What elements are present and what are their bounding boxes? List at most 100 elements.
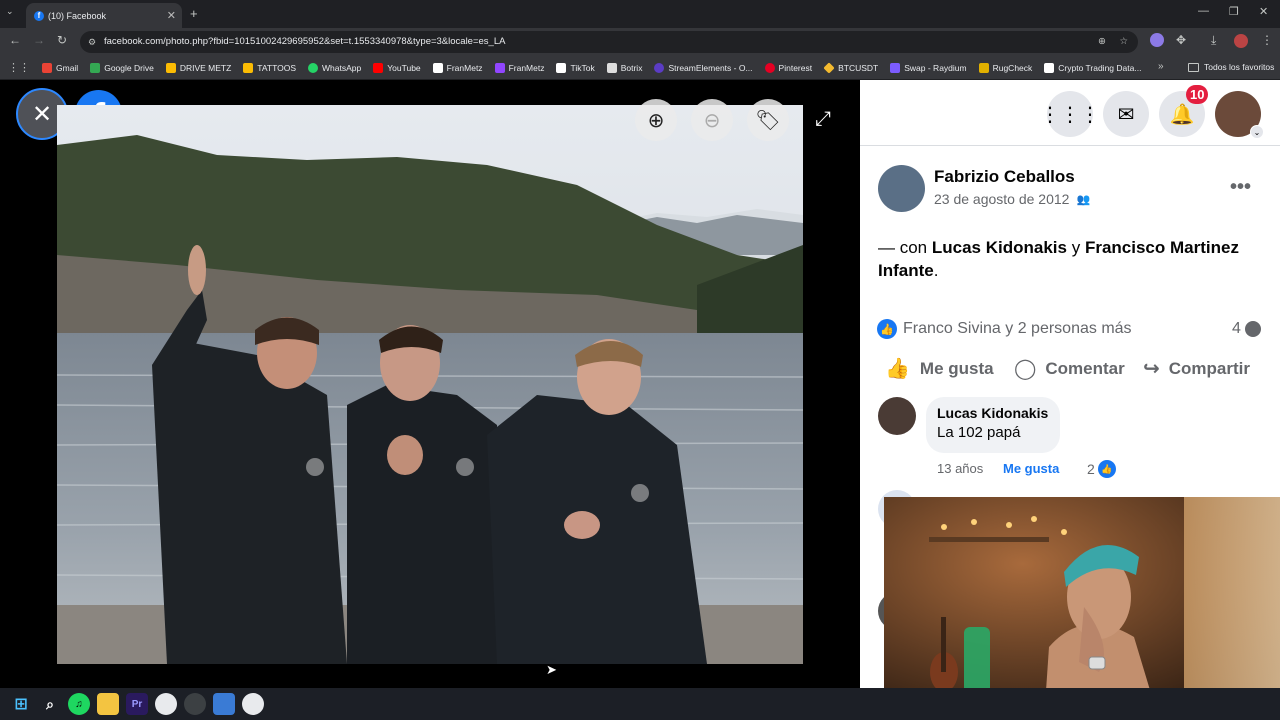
notification-badge: 10 [1186,85,1209,104]
file-explorer-icon[interactable] [97,693,119,715]
download-icon[interactable]: ⤓ [1211,33,1216,48]
drive-icon [243,62,254,73]
more-bookmarks-icon[interactable]: » [1158,61,1164,72]
zoom-out-button[interactable]: ⊖ [691,99,733,141]
post-author[interactable]: Fabrizio Ceballos [934,167,1075,187]
tagged-person[interactable]: Lucas Kidonakis [932,238,1067,257]
messenger-icon: ✉ [1117,103,1135,126]
bookmark-item[interactable]: Gmail [42,62,78,73]
tab-search-icon[interactable]: ⌄ [6,6,20,20]
restore-icon[interactable]: ❐ [1229,5,1239,18]
google-drive-icon [90,62,101,73]
menu-kebab-icon[interactable]: ⋮ [1261,33,1273,47]
window-close-icon[interactable]: ✕ [1259,5,1268,18]
comment-count-value: 4 [1232,320,1241,337]
author-avatar[interactable] [878,165,925,212]
extension-icon[interactable] [1150,33,1164,47]
chrome-icon[interactable] [155,693,177,715]
bookmark-label: Swap - Raydium [904,62,967,73]
bookmark-item[interactable]: WhatsApp [308,62,361,73]
pinterest-icon [764,62,775,73]
tab-close-icon[interactable]: ✕ [167,9,176,22]
comment-likes-count: 2 [1087,461,1095,477]
like-button[interactable]: 👍 Me gusta [885,356,994,381]
tiktok-icon [556,62,567,73]
comment-button[interactable]: ◯ Comentar [1014,356,1125,381]
bookmark-label: Botrix [620,62,643,73]
zoom-in-button[interactable]: ⊕ [635,99,677,141]
bookmark-item[interactable]: BTCUSDT [823,61,879,74]
webcam-overlay [884,497,1280,720]
bookmark-item[interactable]: FranMetz [432,62,483,73]
more-options-icon[interactable]: ••• [1230,176,1251,199]
bookmark-item[interactable]: Pinterest [764,62,812,73]
apps-grid-icon[interactable]: ⋮⋮ [8,61,30,74]
comment-bubble-icon [1244,321,1261,337]
bookmark-star-icon[interactable]: ☆ [1119,31,1128,53]
site-info-icon[interactable]: ⚙ [88,31,96,53]
bookmark-label: Google Drive [104,62,154,73]
share-icon: ↪ [1143,358,1160,380]
account-chevron-icon[interactable]: ⌄ [1250,125,1264,139]
bookmark-item[interactable]: StreamElements - O... [654,62,753,73]
bookmark-item[interactable]: Crypto Trading Data... [1044,62,1141,73]
commenter-avatar[interactable] [878,397,916,435]
extensions-puzzle-icon[interactable]: ✥ [1176,33,1186,47]
lake-photo-illustration [57,105,803,664]
close-icon: ✕ [31,100,53,128]
caption-period: . [933,261,939,280]
comment-author[interactable]: Lucas Kidonakis [937,405,1049,421]
all-bookmarks-label: Todos los favoritos [1204,62,1275,72]
bookmark-label: DRIVE METZ [179,62,232,73]
all-bookmarks-folder[interactable]: Todos los favoritos [1188,62,1274,72]
obs-icon[interactable] [184,693,206,715]
post-date[interactable]: 23 de agosto de 2012 [934,191,1069,207]
bookmark-label: BTCUSDT [838,62,879,73]
windows-start-icon[interactable]: ⊞ [10,693,32,715]
bookmark-item[interactable]: RugCheck [978,62,1032,73]
post-meta: 23 de agosto de 2012 👥 [934,191,1090,207]
bookmark-item[interactable]: TikTok [556,62,595,73]
spotify-icon[interactable]: ♫ [68,693,90,715]
bookmark-item[interactable]: Botrix [606,62,643,73]
photos-icon[interactable] [213,693,235,715]
reactions-summary[interactable]: Franco Sivina y 2 personas más [903,320,1132,338]
bookmark-item[interactable]: DRIVE METZ [165,62,232,73]
facebook-favicon-icon: f [34,10,44,21]
bookmark-label: YouTube [387,62,421,73]
back-icon[interactable]: ← [9,33,21,47]
mouse-cursor-icon: ➤ [546,662,557,677]
bookmark-item[interactable]: YouTube [373,62,421,73]
premiere-icon[interactable]: Pr [126,693,148,715]
zoom-in-icon: ⊕ [647,109,665,132]
browser-tab[interactable]: f (10) Facebook ✕ [26,3,182,28]
comment-count[interactable]: 4 [1232,320,1261,338]
tag-photo-button[interactable]: 🏷 [747,99,789,141]
minimize-icon[interactable]: — [1198,5,1209,17]
bookmark-item[interactable]: FranMetz [494,62,544,73]
menu-button[interactable]: ⋮⋮⋮ [1040,91,1100,137]
profile-avatar-icon[interactable] [1234,34,1248,48]
bookmark-item[interactable]: Google Drive [90,62,154,73]
share-button[interactable]: ↪ Compartir [1143,356,1250,381]
comment-like-button[interactable]: Me gusta [1003,461,1059,476]
bell-icon: 🔔 [1169,103,1195,126]
binance-icon [823,61,835,74]
tab-title: (10) Facebook [48,10,107,21]
new-tab-icon[interactable]: + [190,6,198,21]
bookmarks-bar: ⋮⋮ Gmail Google Drive DRIVE METZ TATTOOS… [0,56,1280,80]
forward-icon[interactable]: → [33,33,45,47]
bookmark-label: FranMetz [446,62,483,73]
like-label: Me gusta [919,358,994,378]
bookmark-item[interactable]: Swap - Raydium [890,62,967,73]
reload-icon[interactable]: ↻ [57,33,67,47]
comment-time[interactable]: 13 años [937,461,983,476]
fullscreen-icon[interactable]: ⤢ [815,108,831,131]
messenger-button[interactable]: ✉ [1103,91,1149,137]
bookmark-item[interactable]: TATTOOS [243,62,296,73]
search-icon[interactable]: ⌕ [39,693,61,715]
zoom-icon[interactable]: ⊕ [1098,31,1106,53]
post-caption: — con Lucas Kidonakis y Francisco Martin… [878,236,1263,282]
address-bar[interactable]: ⚙ facebook.com/photo.php?fbid=1015100242… [80,31,1138,53]
chrome-icon[interactable] [242,693,264,715]
